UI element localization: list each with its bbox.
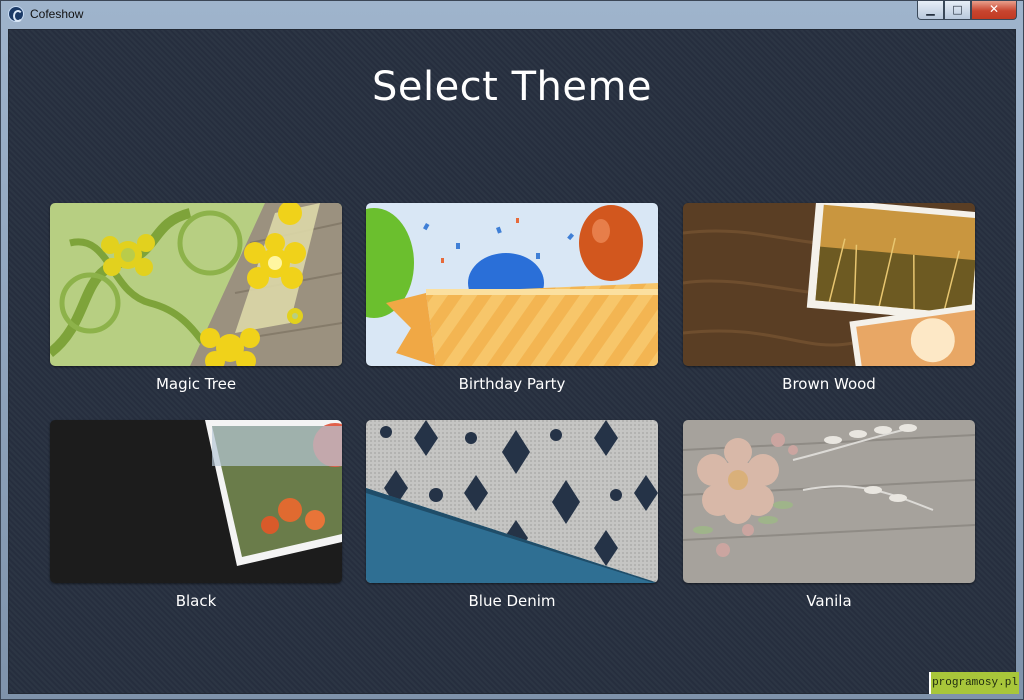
- theme-thumbnail-blue-denim[interactable]: [366, 420, 658, 583]
- theme-card-blue-denim[interactable]: Blue Denim: [366, 420, 658, 610]
- theme-thumbnail-brown-wood[interactable]: [683, 203, 975, 366]
- theme-label-birthday-party: Birthday Party: [458, 375, 566, 393]
- close-button[interactable]: ✕: [971, 1, 1017, 20]
- watermark: programosy.pl: [929, 672, 1019, 694]
- theme-thumbnail-birthday-party[interactable]: [366, 203, 658, 366]
- minimize-button[interactable]: ▁: [917, 1, 944, 20]
- theme-thumbnail-vanila[interactable]: [683, 420, 975, 583]
- theme-thumbnail-magic-tree[interactable]: [50, 203, 342, 366]
- theme-label-brown-wood: Brown Wood: [782, 375, 876, 393]
- maximize-icon: □: [952, 3, 963, 16]
- theme-card-magic-tree[interactable]: Magic Tree: [50, 203, 342, 393]
- title-bar[interactable]: Cofeshow ▁ □ ✕: [1, 1, 1023, 28]
- minimize-icon: ▁: [926, 3, 935, 16]
- theme-card-black[interactable]: Black: [50, 420, 342, 610]
- app-window: Cofeshow ▁ □ ✕ Select Theme Magic Tree B…: [0, 0, 1024, 700]
- theme-selector-panel: Select Theme Magic Tree Birthday Party B…: [8, 29, 1016, 694]
- maximize-button[interactable]: □: [944, 1, 971, 20]
- theme-card-brown-wood[interactable]: Brown Wood: [683, 203, 975, 393]
- theme-card-birthday-party[interactable]: Birthday Party: [366, 203, 658, 393]
- theme-thumbnail-black[interactable]: [50, 420, 342, 583]
- close-icon: ✕: [988, 2, 1000, 16]
- theme-card-vanila[interactable]: Vanila: [683, 420, 975, 610]
- theme-label-black: Black: [175, 592, 217, 610]
- theme-label-magic-tree: Magic Tree: [155, 375, 237, 393]
- theme-label-blue-denim: Blue Denim: [468, 592, 556, 610]
- page-title: Select Theme: [371, 64, 653, 110]
- theme-label-vanila: Vanila: [806, 592, 852, 610]
- window-title: Cofeshow: [30, 7, 84, 21]
- app-logo-icon: [8, 6, 24, 22]
